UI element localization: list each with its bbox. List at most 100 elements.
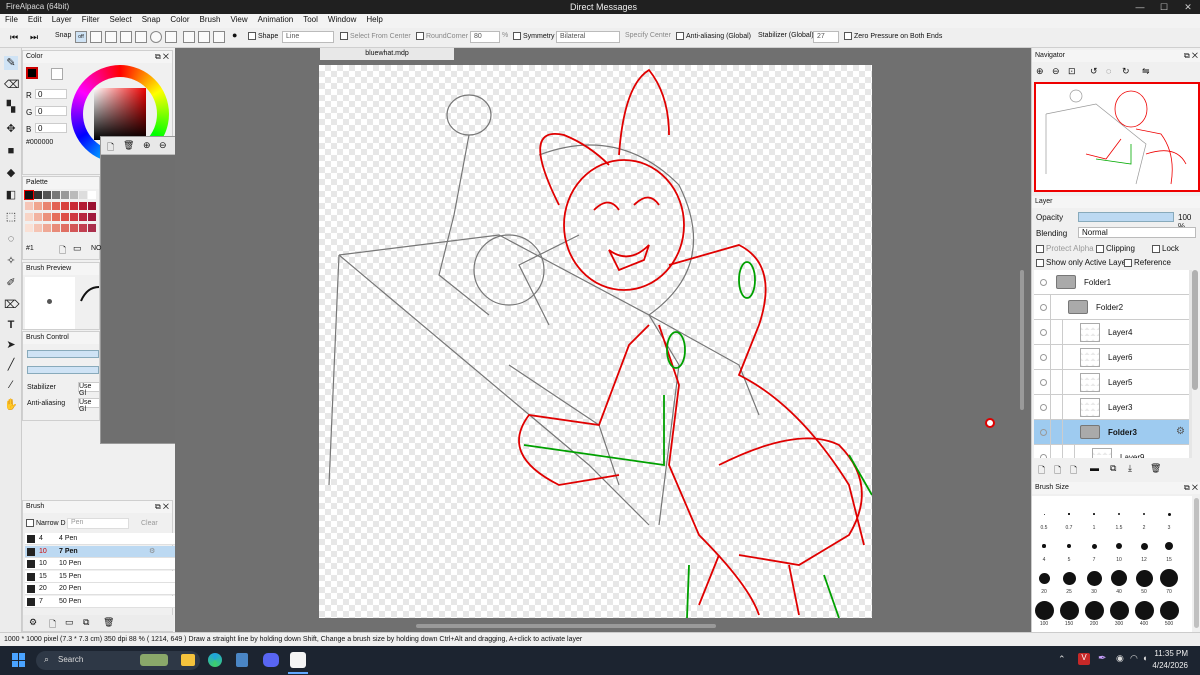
- discord-tray-icon[interactable]: ◉: [1116, 653, 1124, 664]
- visibility-icon[interactable]: [1040, 329, 1047, 336]
- antialias-select[interactable]: Use Gl: [78, 398, 100, 413]
- snap-cross-icon[interactable]: [105, 31, 117, 43]
- menu-snap[interactable]: Snap: [137, 14, 166, 25]
- pen-tray-icon[interactable]: ✒: [1098, 653, 1106, 664]
- flip-icon[interactable]: ⇋: [1142, 66, 1150, 77]
- eyedropper-icon[interactable]: ⁄: [4, 378, 18, 392]
- wifi-icon[interactable]: ◠: [1130, 653, 1138, 664]
- g-input[interactable]: 0: [35, 106, 67, 116]
- brush-size-dot[interactable]: [1134, 600, 1154, 620]
- palette-swatch[interactable]: [34, 213, 42, 221]
- clock-time[interactable]: 11:35 PM: [1150, 649, 1188, 658]
- new-icon[interactable]: 🗋: [107, 140, 114, 156]
- palette-swatch[interactable]: [34, 202, 42, 210]
- bucket-tool-icon[interactable]: ◆: [4, 166, 18, 180]
- drawing-canvas[interactable]: [319, 65, 873, 619]
- delete-layer-icon[interactable]: 🗑: [1150, 463, 1161, 474]
- shape-select[interactable]: Line: [282, 31, 334, 43]
- brush-size-dot[interactable]: [1159, 600, 1179, 620]
- new-8bit-layer-icon[interactable]: 🗋: [1054, 463, 1061, 479]
- menu-animation[interactable]: Animation: [253, 14, 299, 25]
- lasso-tool-icon[interactable]: ◌: [4, 232, 18, 246]
- palette-swatch[interactable]: [25, 224, 33, 232]
- brush-list-item[interactable]: 4 4 Pen: [25, 533, 183, 545]
- menu-select[interactable]: Select: [104, 14, 136, 25]
- palette-swatch[interactable]: [34, 224, 42, 232]
- search-box[interactable]: ⌕ Search: [36, 651, 200, 670]
- brush-settings-icon[interactable]: ⚙: [149, 547, 155, 555]
- palette-swatch[interactable]: [88, 213, 96, 221]
- vivaldi-tray-icon[interactable]: V: [1078, 653, 1090, 665]
- menu-color[interactable]: Color: [165, 14, 194, 25]
- palette-swatch[interactable]: [79, 202, 87, 210]
- palette-swatch[interactable]: [25, 202, 33, 210]
- menu-window[interactable]: Window: [323, 14, 361, 25]
- narrow-checkbox[interactable]: Narrow D: [26, 519, 66, 527]
- palette-index[interactable]: #1: [26, 245, 34, 252]
- brush-size-dot[interactable]: [1068, 513, 1070, 515]
- zoom-in-icon[interactable]: ⊕: [143, 140, 151, 151]
- zoom-fit-icon[interactable]: ⊡: [1068, 66, 1076, 77]
- layer-folder-row[interactable]: Folder3 ⚙: [1034, 420, 1189, 445]
- close-icon[interactable]: ✕: [1176, 0, 1200, 14]
- brush-size-dot[interactable]: [1091, 543, 1097, 549]
- visibility-icon[interactable]: [1040, 454, 1047, 458]
- palette-swatch[interactable]: [25, 213, 33, 221]
- palette-swatch[interactable]: [61, 202, 69, 210]
- chevron-up-icon[interactable]: ⌃: [1058, 654, 1066, 665]
- rotate-left-icon[interactable]: ↺: [1090, 66, 1098, 77]
- new-folder-icon[interactable]: ▬: [1090, 463, 1099, 473]
- layer-settings-icon[interactable]: ⚙: [1176, 426, 1185, 437]
- brush-size-dot[interactable]: [1062, 571, 1076, 585]
- new-brush-icon[interactable]: 🗋: [49, 617, 56, 633]
- brush-list-item[interactable]: 7 50 Pen: [25, 596, 183, 608]
- palette-swatch[interactable]: [79, 224, 87, 232]
- divide-tool-icon[interactable]: ╱: [4, 358, 18, 372]
- antialias-checkbox[interactable]: Anti-aliasing (Global): [676, 32, 751, 40]
- folder-icon[interactable]: ▭: [65, 617, 74, 628]
- move-tool-icon[interactable]: ✥: [4, 122, 18, 136]
- reference-checkbox[interactable]: Reference: [1124, 258, 1171, 267]
- palette-swatch[interactable]: [52, 202, 60, 210]
- next-frame-icon[interactable]: ⏭: [30, 32, 38, 43]
- layer-scrollbar[interactable]: [1192, 270, 1198, 390]
- reset-rotation-icon[interactable]: ◌: [1106, 66, 1111, 76]
- duplicate-icon[interactable]: ⧉: [83, 617, 89, 628]
- palette-swatch[interactable]: [88, 224, 96, 232]
- zoom-in-icon[interactable]: ⊕: [1036, 66, 1044, 77]
- brush-list-item[interactable]: 10 10 Pen: [25, 558, 183, 571]
- grid-icon[interactable]: [183, 31, 195, 43]
- size-slider[interactable]: [27, 350, 99, 358]
- brush-size-dot[interactable]: [1140, 542, 1148, 550]
- brush-size-dot[interactable]: [1043, 513, 1045, 515]
- snap-curve-icon[interactable]: [165, 31, 177, 43]
- close-icon[interactable]: ⧉ ✕: [1184, 483, 1198, 493]
- brush-size-dot[interactable]: [1093, 513, 1095, 515]
- palette-swatch[interactable]: [43, 224, 51, 232]
- calculator-icon[interactable]: [236, 653, 248, 667]
- visibility-icon[interactable]: [1040, 379, 1047, 386]
- file-explorer-icon[interactable]: [181, 654, 195, 666]
- symmetry-checkbox[interactable]: Symmetry: [513, 32, 555, 40]
- maximize-icon[interactable]: ☐: [1152, 0, 1176, 14]
- lock-checkbox[interactable]: Lock: [1152, 244, 1179, 253]
- select-rect-icon[interactable]: ⬚: [4, 210, 18, 224]
- visibility-icon[interactable]: [1040, 304, 1047, 311]
- prev-frame-icon[interactable]: ⏮: [10, 32, 18, 43]
- menu-edit[interactable]: Edit: [23, 14, 47, 25]
- brush-size-dot[interactable]: [1111, 570, 1127, 586]
- folder-icon[interactable]: ▭: [73, 243, 82, 254]
- clock-date[interactable]: 4/24/2026: [1146, 661, 1188, 670]
- palette-swatch[interactable]: [70, 213, 78, 221]
- palette-swatch[interactable]: [43, 213, 51, 221]
- palette-swatch[interactable]: [79, 191, 87, 199]
- close-icon[interactable]: ⧉ ✕: [155, 52, 169, 62]
- roundcorner-checkbox[interactable]: RoundCorner: [416, 32, 468, 40]
- brush-size-dot[interactable]: [1165, 542, 1173, 550]
- brush-list-item[interactable]: 15 15 Pen: [25, 570, 183, 583]
- select-pen-icon[interactable]: ✐: [4, 276, 18, 290]
- snap-circle-icon[interactable]: [150, 31, 162, 43]
- brush-size-dot[interactable]: [1067, 544, 1071, 548]
- background-swatch[interactable]: [51, 68, 63, 80]
- saturation-box[interactable]: [94, 88, 146, 140]
